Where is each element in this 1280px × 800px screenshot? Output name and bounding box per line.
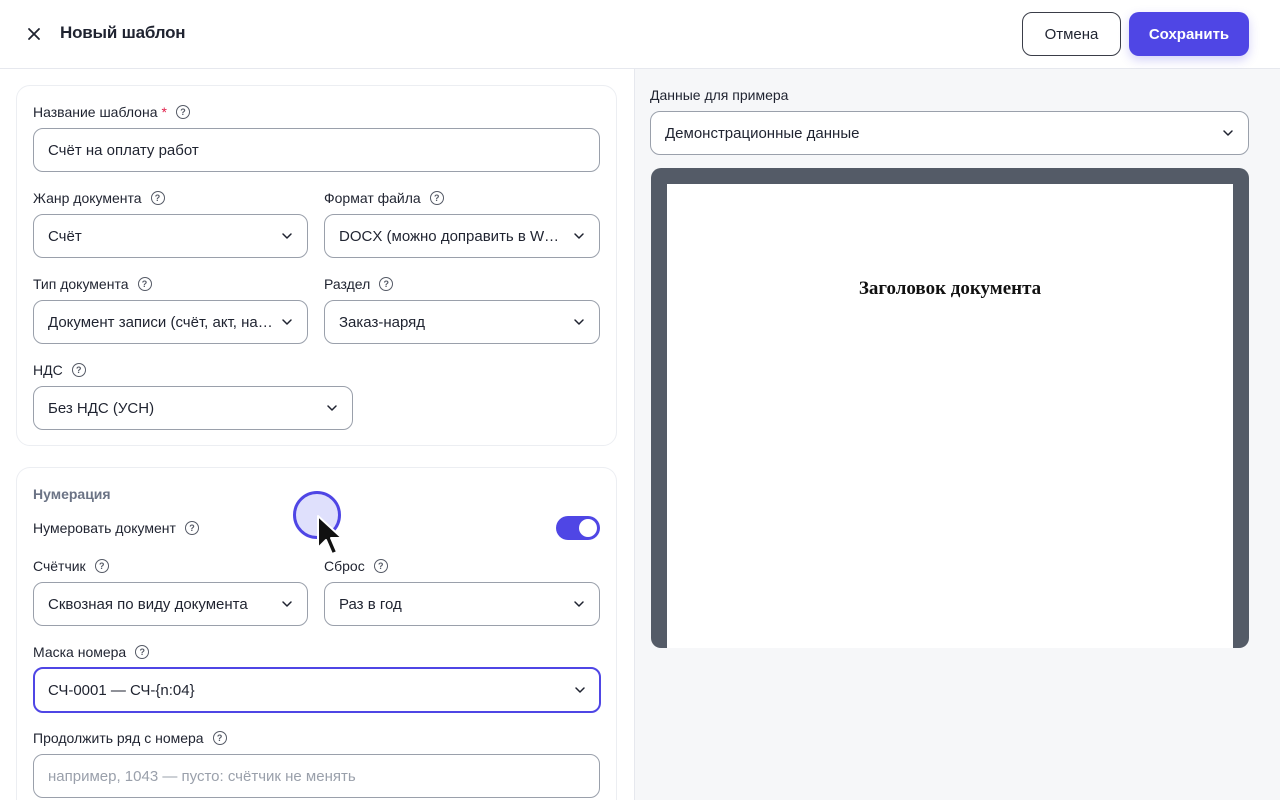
save-button[interactable]: Сохранить bbox=[1129, 12, 1249, 56]
help-icon[interactable]: ? bbox=[175, 105, 190, 119]
template-name-label: Название шаблона * ? bbox=[33, 104, 190, 120]
chevron-down-icon bbox=[327, 405, 337, 411]
format-select[interactable]: DOCX (можно доправить в Word) bbox=[324, 214, 600, 258]
counter-select[interactable]: Сквозная по виду документа bbox=[33, 582, 308, 626]
continue-number-input[interactable]: например, 1043 — пусто: счётчик не менят… bbox=[33, 754, 600, 798]
sample-data-label: Данные для примера bbox=[650, 87, 789, 103]
help-icon[interactable]: ? bbox=[373, 559, 388, 573]
mouse-cursor-icon bbox=[317, 515, 342, 555]
page-title: Новый шаблон bbox=[60, 23, 186, 42]
help-icon[interactable]: ? bbox=[429, 191, 444, 205]
required-mark: * bbox=[161, 104, 167, 120]
toggle-knob bbox=[579, 519, 597, 537]
settings-pane: Название шаблона * ? Счёт на оплату рабо… bbox=[0, 69, 634, 800]
mask-select[interactable]: СЧ-0001 — СЧ-{n:04} bbox=[33, 667, 601, 713]
help-icon[interactable]: ? bbox=[184, 521, 199, 535]
chevron-down-icon bbox=[282, 601, 292, 607]
counter-label: Счётчик ? bbox=[33, 558, 109, 574]
cancel-button[interactable]: Отмена bbox=[1022, 12, 1121, 56]
reset-label: Сброс ? bbox=[324, 558, 388, 574]
chevron-down-icon bbox=[1223, 130, 1233, 136]
mask-label: Маска номера ? bbox=[33, 644, 150, 660]
document-heading: Заголовок документа bbox=[858, 278, 1042, 299]
doc-type-label: Тип документа ? bbox=[33, 276, 152, 292]
chevron-down-icon bbox=[574, 319, 584, 325]
chevron-down-icon bbox=[574, 601, 584, 607]
continue-label: Продолжить ряд с номера ? bbox=[33, 730, 227, 746]
help-icon[interactable]: ? bbox=[212, 731, 227, 745]
document-preview: Заголовок документа bbox=[651, 168, 1249, 648]
chevron-down-icon bbox=[575, 687, 585, 693]
help-icon[interactable]: ? bbox=[135, 645, 150, 659]
help-icon[interactable]: ? bbox=[71, 363, 86, 377]
template-name-input[interactable]: Счёт на оплату работ bbox=[33, 128, 600, 172]
enable-numbering-label: Нумеровать документ ? bbox=[33, 520, 199, 536]
genre-label: Жанр документа ? bbox=[33, 190, 165, 206]
help-icon[interactable]: ? bbox=[379, 277, 394, 291]
genre-select[interactable]: Счёт bbox=[33, 214, 308, 258]
format-label: Формат файла ? bbox=[324, 190, 444, 206]
preview-page: Заголовок документа bbox=[667, 184, 1233, 648]
template-card: Название шаблона * ? Счёт на оплату рабо… bbox=[16, 85, 617, 446]
top-bar: Новый шаблон Отмена Сохранить bbox=[0, 0, 1280, 69]
help-icon[interactable]: ? bbox=[137, 277, 152, 291]
section-select[interactable]: Заказ-наряд bbox=[324, 300, 600, 344]
section-label: Раздел ? bbox=[324, 276, 394, 292]
numbering-title: Нумерация bbox=[33, 486, 111, 502]
chevron-down-icon bbox=[282, 233, 292, 239]
close-icon[interactable] bbox=[22, 22, 46, 46]
vat-select[interactable]: Без НДС (УСН) bbox=[33, 386, 353, 430]
help-icon[interactable]: ? bbox=[150, 191, 165, 205]
vat-label: НДС ? bbox=[33, 362, 86, 378]
doc-type-select[interactable]: Документ записи (счёт, акт, наряд) bbox=[33, 300, 308, 344]
numbering-toggle[interactable] bbox=[556, 516, 600, 540]
sample-data-select[interactable]: Демонстрационные данные bbox=[650, 111, 1249, 155]
chevron-down-icon bbox=[282, 319, 292, 325]
chevron-down-icon bbox=[574, 233, 584, 239]
help-icon[interactable]: ? bbox=[94, 559, 109, 573]
reset-select[interactable]: Раз в год bbox=[324, 582, 600, 626]
